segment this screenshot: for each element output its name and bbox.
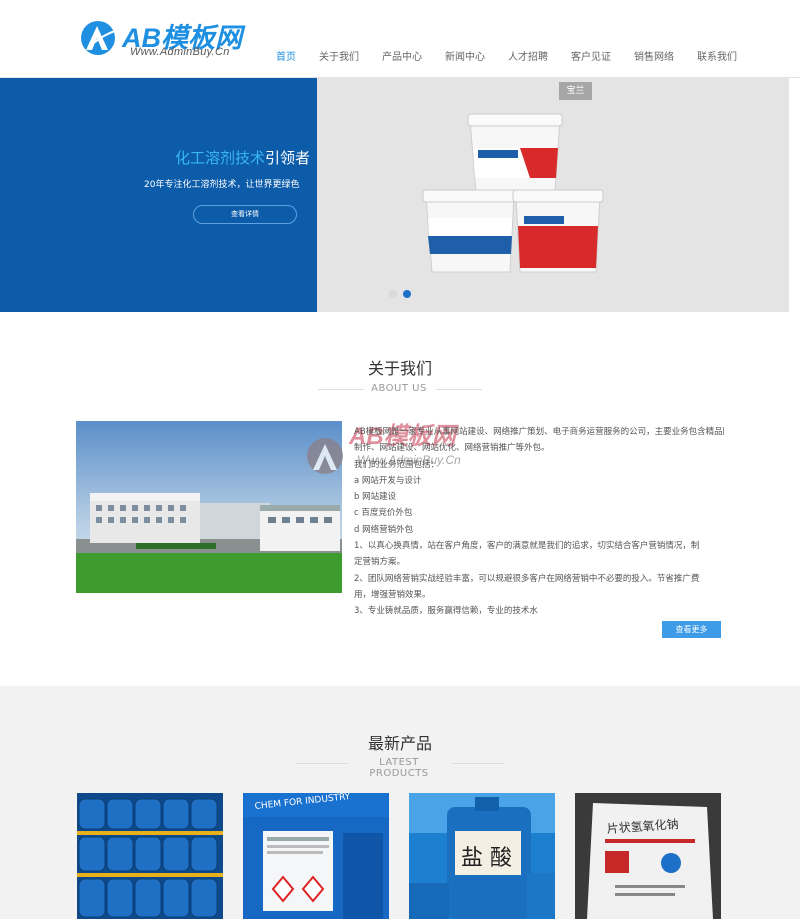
banner-edge — [789, 78, 800, 312]
about-line: 定营销方案。 — [354, 557, 406, 568]
nav-products[interactable]: 产品中心 — [382, 48, 422, 63]
about-line: AB模板网是一家专业从事网站建设、网络推广策划、电子商务运营服务的公司，主要业务… — [354, 427, 724, 437]
about-line: d 网络营销外包 — [354, 524, 414, 535]
site-header: AB模板网 Www.AdminBuy.Cn 首页 关于我们 产品中心 新闻中心 … — [0, 0, 800, 78]
acid-label-text: 盐 酸 — [461, 846, 512, 871]
banner-image-panel: 宝兰 — [317, 78, 789, 312]
product-card-blue-drums[interactable] — [77, 793, 223, 919]
logo-mark-icon — [81, 21, 119, 55]
banner-title-highlight: 化工溶剂技术 — [175, 149, 266, 167]
about-line: a 网站开发与设计 — [354, 475, 422, 486]
about-line: 用，增强营销效果。 — [354, 589, 431, 600]
nav-news[interactable]: 新闻中心 — [445, 48, 485, 63]
nav-contact[interactable]: 联系我们 — [697, 48, 737, 63]
about-divider-right — [436, 389, 482, 390]
about-more-button[interactable]: 查看更多 — [662, 621, 721, 638]
about-title: 关于我们 — [367, 359, 432, 378]
hero-banner: 化工溶剂技术引领者 20年专注化工溶剂技术，让世界更绿色 查看详情 宝兰 — [0, 78, 800, 312]
products-title: 最新产品 — [367, 734, 432, 753]
about-line: 我们的业务范围包括： — [354, 459, 440, 470]
products-subtitle: LATEST PRODUCTS — [369, 757, 429, 779]
banner-subtitle: 20年专注化工溶剂技术，让世界更绿色 — [144, 180, 300, 190]
products-divider-left — [296, 763, 348, 764]
nav-jobs[interactable]: 人才招聘 — [508, 48, 548, 63]
banner-tag: 宝兰 — [559, 82, 592, 100]
about-line: 1、以真心换真情，站在客户角度，客户的满意就是我们的追求，切实结合客户营销情况，… — [354, 541, 700, 552]
about-line: 3、专业铸就品质，服务赢得信赖，专业的技术水 — [354, 606, 538, 617]
nav-home[interactable]: 首页 — [276, 48, 296, 63]
product-card-hydrochloric-acid[interactable]: 盐 酸 — [409, 793, 555, 919]
nav-testimonials[interactable]: 客户见证 — [571, 48, 611, 63]
about-divider-left — [318, 389, 364, 390]
logo-subtext: Www.AdminBuy.Cn — [130, 46, 230, 58]
product-card-blue-drum-closeup[interactable]: CHEM FOR INDUSTRY — [243, 793, 389, 919]
about-line: 2、团队网络营销实战经验丰富，可以规避很多客户在网络营销中不必要的投入。节省推广… — [354, 573, 700, 584]
main-nav: 首页 关于我们 产品中心 新闻中心 人才招聘 客户见证 销售网络 联系我们 — [276, 48, 760, 63]
site-logo[interactable]: AB模板网 Www.AdminBuy.Cn — [78, 18, 258, 62]
company-building-image — [76, 421, 342, 593]
products-divider-right — [452, 763, 504, 764]
about-description: AB模板网是一家专业从事网站建设、网络推广策划、电子商务运营服务的公司，主要业务… — [354, 424, 724, 620]
banner-title-rest: 引领者 — [265, 149, 311, 167]
banner-details-button[interactable]: 查看详情 — [193, 205, 297, 224]
nav-sales-network[interactable]: 销售网络 — [634, 48, 674, 63]
slide-dot-1[interactable] — [389, 290, 397, 298]
about-line: c 百度竞价外包 — [354, 508, 413, 519]
banner-title: 化工溶剂技术引领者 — [175, 147, 310, 168]
about-subtitle: ABOUT US — [371, 383, 427, 394]
product-card-bag-chemical[interactable]: 片状氢氧化钠 — [575, 793, 721, 919]
paint-buckets-image — [422, 113, 604, 273]
about-line: 制作、网站建设、网站优化、网络营销推广等外包。 — [354, 443, 550, 454]
nav-about[interactable]: 关于我们 — [319, 48, 359, 63]
slide-dot-2[interactable] — [403, 290, 411, 298]
about-line: b 网站建设 — [354, 492, 397, 503]
banner-text-panel: 化工溶剂技术引领者 20年专注化工溶剂技术，让世界更绿色 查看详情 — [0, 78, 317, 312]
